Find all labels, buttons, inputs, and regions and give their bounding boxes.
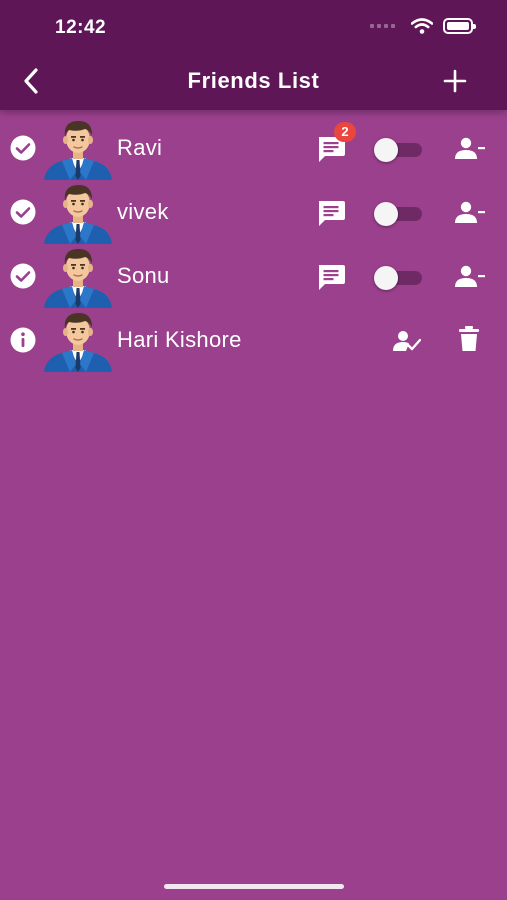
check-circle-icon [10, 199, 36, 225]
remove-friend-button[interactable] [454, 136, 486, 160]
page-title: Friends List [187, 68, 320, 93]
check-circle-icon [10, 135, 36, 161]
plus-icon [443, 69, 467, 93]
signal-icon [370, 24, 395, 28]
avatar [42, 180, 114, 244]
delete-request-button[interactable] [458, 326, 480, 352]
friend-row: Ravi 2 [0, 116, 507, 180]
trash-icon [459, 326, 479, 351]
remove-friend-button[interactable] [454, 264, 486, 288]
wifi-icon [411, 18, 433, 34]
check-circle-icon [10, 263, 36, 289]
accept-request-button[interactable] [393, 329, 422, 353]
app-bar: 12:42 Friends List [0, 0, 507, 110]
remove-person-icon [454, 264, 486, 288]
friend-name: Hari Kishore [117, 327, 242, 352]
friend-toggle[interactable] [374, 138, 422, 162]
remove-friend-button[interactable] [454, 200, 486, 224]
friend-toggle[interactable] [374, 266, 422, 290]
pending-request-row: Hari Kishore [0, 308, 507, 372]
remove-person-icon [454, 136, 486, 160]
status-icons [370, 18, 476, 34]
home-indicator [164, 884, 344, 889]
person-check-icon [393, 331, 422, 351]
remove-person-icon [454, 200, 486, 224]
avatar [42, 244, 114, 308]
chat-button[interactable] [316, 199, 346, 227]
battery-icon [443, 18, 476, 34]
avatar [42, 116, 114, 180]
unread-badge: 2 [334, 122, 356, 142]
add-friend-button[interactable] [441, 67, 469, 95]
friend-row: vivek [0, 180, 507, 244]
status-time: 12:42 [55, 17, 107, 38]
friend-row: Sonu [0, 244, 507, 308]
friend-name: Sonu [117, 263, 170, 288]
friend-name: vivek [117, 199, 169, 224]
info-icon [10, 327, 36, 353]
chat-button[interactable] [316, 263, 346, 291]
chat-icon [316, 263, 346, 291]
friend-name: Ravi [117, 135, 163, 160]
friend-toggle[interactable] [374, 202, 422, 226]
avatar [42, 308, 114, 372]
chat-icon [316, 199, 346, 227]
